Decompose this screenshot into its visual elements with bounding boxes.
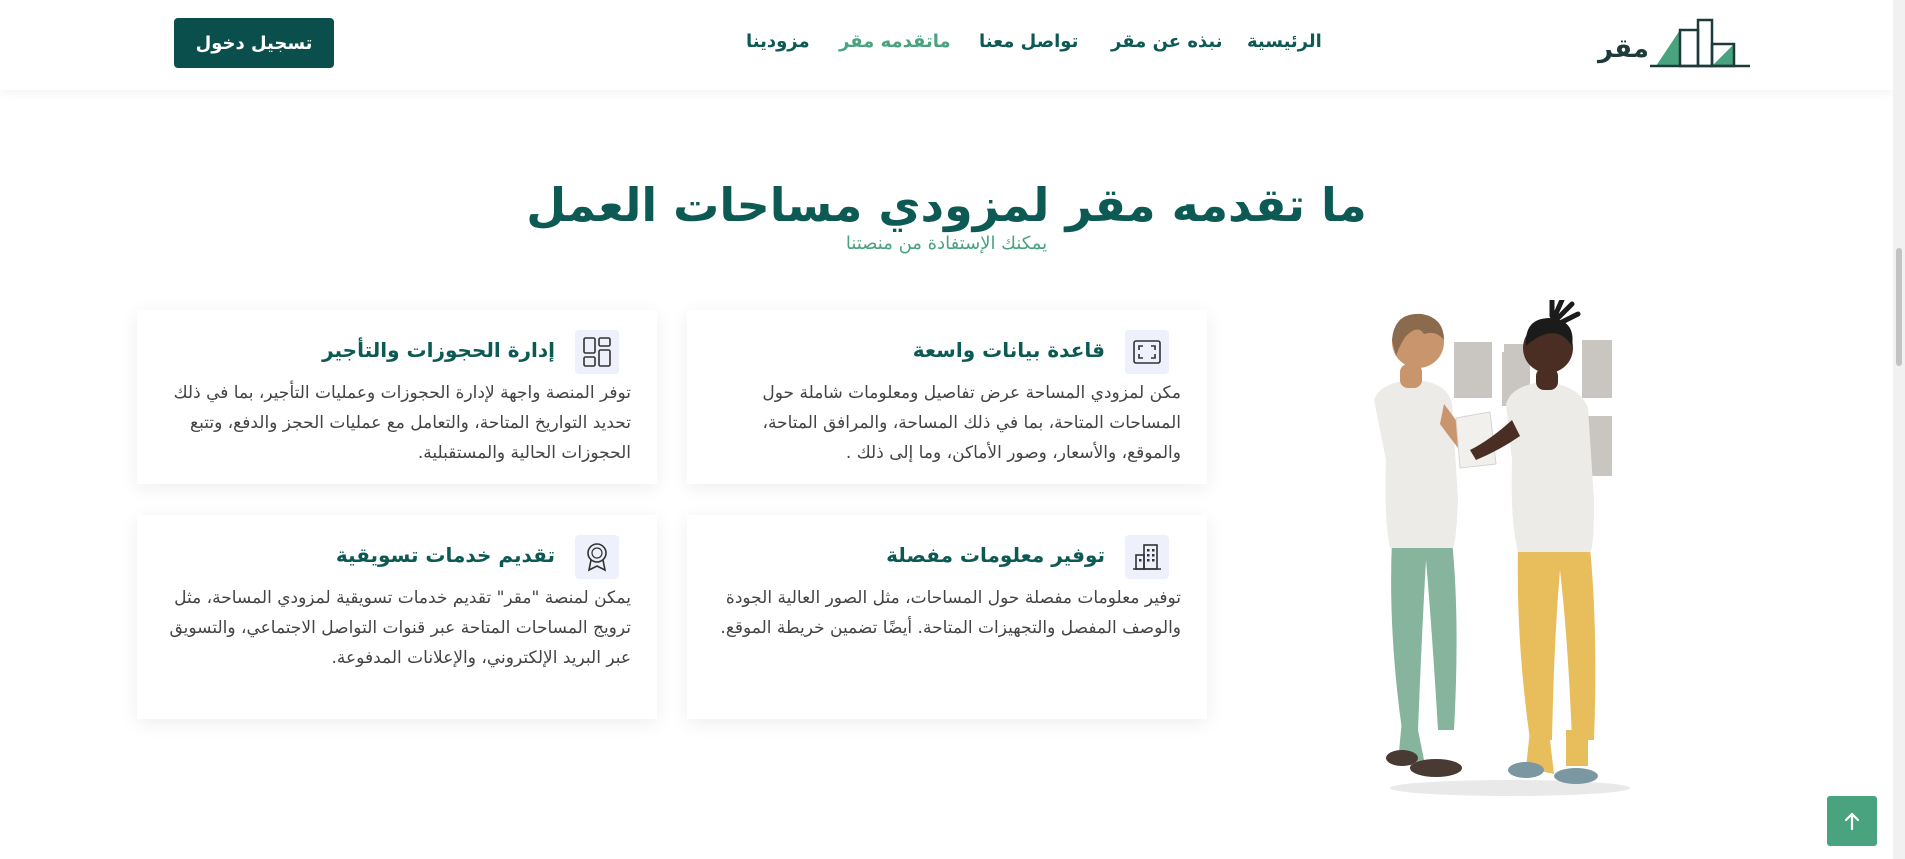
site-header: تسجيل دخول الرئيسية نبذه عن مقر تواصل مع…	[0, 0, 1893, 90]
card-body: يمكن لمنصة "مقر" تقديم خدمات تسويقية لمز…	[169, 588, 631, 668]
logo[interactable]: مقر	[1598, 16, 1750, 72]
feature-card-database: قاعدة بيانات واسعة مكن لمزودي المساحة عر…	[687, 310, 1207, 484]
scrollbar-track[interactable]	[1893, 0, 1905, 859]
card-title: توفير معلومات مفصلة	[886, 543, 1105, 567]
card-body: توفر المنصة واجهة لإدارة الحجوزات وعمليا…	[173, 383, 631, 463]
nav-item-home[interactable]: الرئيسية	[1247, 31, 1322, 52]
nav-item-services[interactable]: ماتقدمه مقر	[839, 31, 951, 52]
feature-card-marketing: تقديم خدمات تسويقية يمكن لمنصة "مقر" تقد…	[137, 515, 657, 719]
award-icon	[575, 535, 619, 579]
scrollbar-thumb[interactable]	[1896, 248, 1902, 366]
section-subtitle: يمكنك الإستفادة من منصتنا	[845, 233, 1048, 254]
nav-item-about[interactable]: نبذه عن مقر	[1111, 31, 1222, 52]
building-icon	[1125, 535, 1169, 579]
card-title: إدارة الحجوزات والتأجير	[322, 338, 555, 362]
card-title: تقديم خدمات تسويقية	[335, 543, 555, 567]
arrow-up-icon	[1844, 812, 1860, 831]
feature-card-bookings: إدارة الحجوزات والتأجير توفر المنصة واجه…	[137, 310, 657, 484]
nav-item-contact[interactable]: تواصل معنا	[979, 31, 1078, 52]
back-to-top-button[interactable]	[1827, 796, 1877, 846]
feature-card-details: توفير معلومات مفصلة توفير معلومات مفصلة …	[687, 515, 1207, 719]
dashboard-icon	[575, 330, 619, 374]
logo-mark	[1650, 18, 1750, 68]
expand-icon	[1125, 330, 1169, 374]
login-button[interactable]: تسجيل دخول	[174, 18, 334, 68]
logo-text: مقر	[1598, 34, 1649, 64]
nav-item-providers[interactable]: مزودينا	[746, 31, 810, 52]
card-body: توفير معلومات مفصلة حول المساحات، مثل ال…	[720, 588, 1181, 638]
card-body: مكن لمزودي المساحة عرض تفاصيل ومعلومات ش…	[762, 383, 1181, 463]
people-illustration	[1340, 295, 1640, 800]
section-title: ما تقدمه مقر لمزودي مساحات العمل	[526, 178, 1367, 232]
card-title: قاعدة بيانات واسعة	[912, 338, 1105, 362]
